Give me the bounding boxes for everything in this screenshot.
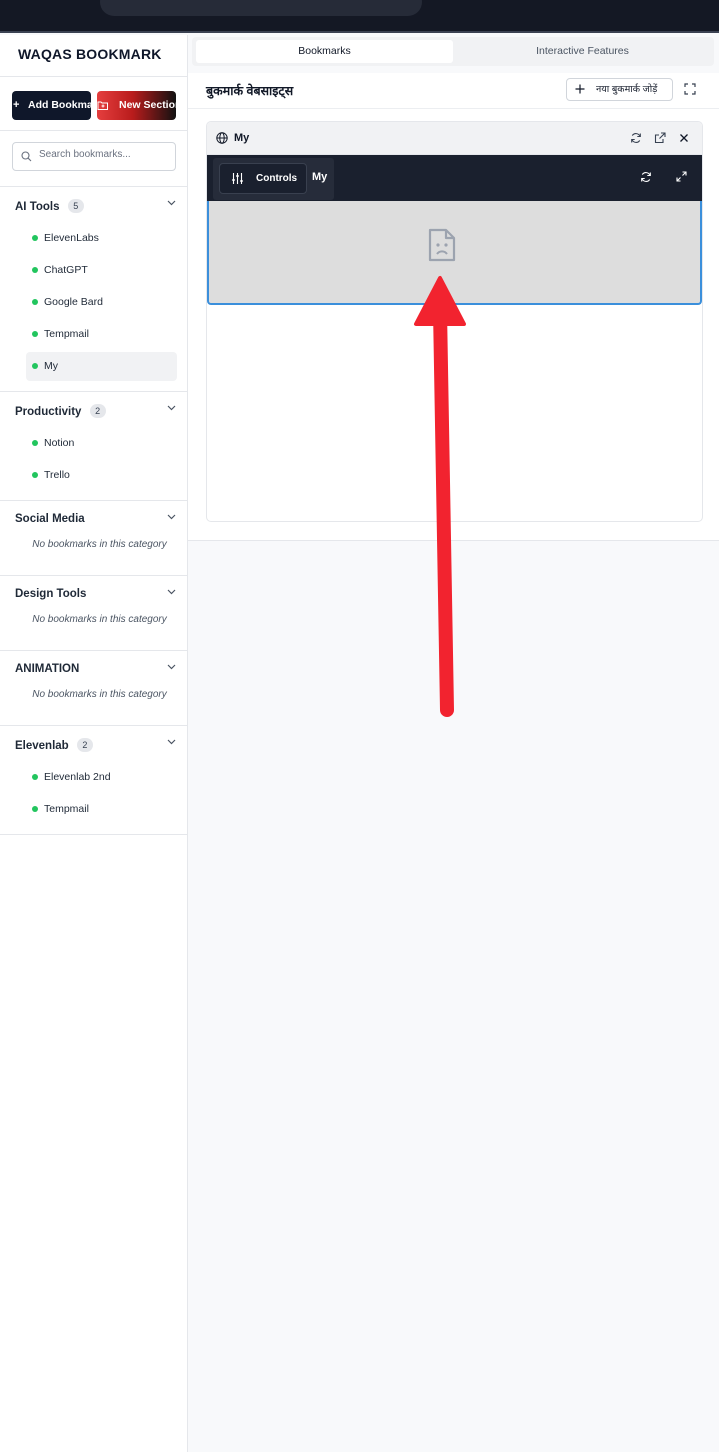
- search-box[interactable]: [12, 142, 176, 171]
- card-header: My: [207, 122, 702, 155]
- section-title: ANIMATION: [15, 663, 80, 675]
- chevron-down-icon[interactable]: [167, 405, 176, 411]
- sad-page-icon: [428, 228, 456, 262]
- external-link-icon[interactable]: [654, 132, 666, 144]
- section-elevenlab: Elevenlab 2 Elevenlab 2nd Tempmail: [0, 726, 187, 835]
- bookmark-label: Trello: [44, 469, 70, 481]
- viewer-toolbar: Controls My: [207, 155, 702, 201]
- bookmark-item[interactable]: ElevenLabs: [26, 224, 177, 253]
- controls-button[interactable]: Controls: [219, 163, 307, 194]
- status-dot: [32, 235, 38, 241]
- tab-bookmarks[interactable]: Bookmarks: [196, 40, 453, 63]
- bookmark-item[interactable]: Trello: [26, 461, 177, 490]
- empty-message: No bookmarks in this category: [32, 539, 167, 550]
- bookmark-item[interactable]: Elevenlab 2nd: [26, 763, 177, 792]
- status-dot: [32, 440, 38, 446]
- add-bookmark-button[interactable]: + Add Bookmark: [12, 91, 91, 120]
- section-productivity: Productivity 2 Notion Trello: [0, 392, 187, 501]
- section-count-badge: 5: [67, 199, 84, 213]
- bookmark-item[interactable]: Tempmail: [26, 320, 177, 349]
- status-dot: [32, 774, 38, 780]
- bookmark-item[interactable]: Google Bard: [26, 288, 177, 317]
- globe-icon: [216, 132, 228, 144]
- empty-message: No bookmarks in this category: [32, 614, 167, 625]
- bookmark-label: Google Bard: [44, 296, 103, 308]
- sidebar: WAQAS BOOKMARK + Add Bookmark New Sectio…: [0, 35, 188, 1452]
- section-animation: ANIMATION No bookmarks in this category: [0, 651, 187, 726]
- sliders-icon: [232, 173, 243, 184]
- chevron-down-icon[interactable]: [167, 200, 176, 206]
- section-design-tools: Design Tools No bookmarks in this catego…: [0, 576, 187, 651]
- bookmark-label: Tempmail: [44, 328, 89, 340]
- bookmark-label: My: [44, 360, 58, 372]
- tab-interactive-features[interactable]: Interactive Features: [454, 40, 711, 63]
- refresh-icon[interactable]: [630, 132, 642, 144]
- bookmark-item[interactable]: ChatGPT: [26, 256, 177, 285]
- section-title: Productivity: [15, 406, 82, 418]
- section-title: Elevenlab: [15, 740, 69, 752]
- brand-title: WAQAS BOOKMARK: [0, 35, 187, 77]
- sidebar-actions: + Add Bookmark New Section: [0, 77, 187, 131]
- viewer-title: My: [312, 171, 328, 183]
- status-dot: [32, 331, 38, 337]
- status-dot: [32, 299, 38, 305]
- status-dot: [32, 267, 38, 273]
- status-dot: [32, 806, 38, 812]
- chevron-down-icon[interactable]: [167, 664, 176, 670]
- add-new-bookmark-label: नया बुकमार्क जोड़ें: [596, 84, 658, 95]
- add-bookmark-label: Add Bookmark: [28, 99, 91, 111]
- new-section-label: New Section: [119, 99, 176, 111]
- bookmark-label: Elevenlab 2nd: [44, 771, 111, 783]
- browser-top-bar: [0, 0, 719, 33]
- section-header[interactable]: Design Tools: [0, 576, 187, 610]
- empty-message: No bookmarks in this category: [32, 689, 167, 700]
- close-icon[interactable]: [679, 133, 689, 143]
- panel-header: बुकमार्क वेबसाइट्स नया बुकमार्क जोड़ें: [188, 73, 719, 109]
- panel-title: बुकमार्क वेबसाइट्स: [206, 84, 294, 98]
- section-header[interactable]: AI Tools 5: [0, 187, 187, 221]
- bookmark-item[interactable]: Notion: [26, 429, 177, 458]
- section-header[interactable]: Productivity 2: [0, 392, 187, 426]
- section-title: AI Tools: [15, 201, 60, 213]
- search-input[interactable]: [39, 149, 171, 160]
- refresh-icon[interactable]: [640, 171, 652, 183]
- section-ai-tools: AI Tools 5 ElevenLabs ChatGPT Google Bar…: [0, 187, 187, 392]
- controls-label: Controls: [256, 173, 298, 184]
- search-area: [0, 131, 187, 187]
- new-section-button[interactable]: New Section: [97, 91, 176, 120]
- expand-icon[interactable]: [676, 171, 687, 182]
- folder-plus-icon: [97, 101, 108, 110]
- section-title: Design Tools: [15, 588, 87, 600]
- section-count-badge: 2: [76, 738, 93, 752]
- status-dot: [32, 363, 38, 369]
- bookmark-item-active[interactable]: My: [26, 352, 177, 381]
- bookmark-label: Tempmail: [44, 803, 89, 815]
- plus-icon: +: [13, 99, 20, 111]
- address-pill[interactable]: [100, 0, 422, 16]
- section-title: Social Media: [15, 513, 85, 525]
- tab-bar: Bookmarks Interactive Features: [192, 37, 714, 66]
- annotation-arrow: [414, 276, 466, 717]
- section-count-badge: 2: [89, 404, 106, 418]
- fullscreen-icon[interactable]: [684, 83, 696, 95]
- bookmark-item[interactable]: Tempmail: [26, 795, 177, 824]
- section-header[interactable]: ANIMATION: [0, 651, 187, 685]
- section-header[interactable]: Elevenlab 2: [0, 726, 187, 760]
- section-header[interactable]: Social Media: [0, 501, 187, 535]
- bookmark-label: ElevenLabs: [44, 232, 99, 244]
- status-dot: [32, 472, 38, 478]
- chevron-down-icon[interactable]: [167, 739, 176, 745]
- plus-icon: [575, 84, 585, 94]
- section-social-media: Social Media No bookmarks in this catego…: [0, 501, 187, 576]
- main-content: Bookmarks Interactive Features बुकमार्क …: [188, 35, 719, 1452]
- search-icon: [21, 151, 32, 162]
- card-title: My: [234, 132, 250, 144]
- add-new-bookmark-button[interactable]: नया बुकमार्क जोड़ें: [566, 78, 673, 101]
- chevron-down-icon[interactable]: [167, 514, 176, 520]
- chevron-down-icon[interactable]: [167, 589, 176, 595]
- bookmark-label: ChatGPT: [44, 264, 88, 276]
- bookmark-label: Notion: [44, 437, 75, 449]
